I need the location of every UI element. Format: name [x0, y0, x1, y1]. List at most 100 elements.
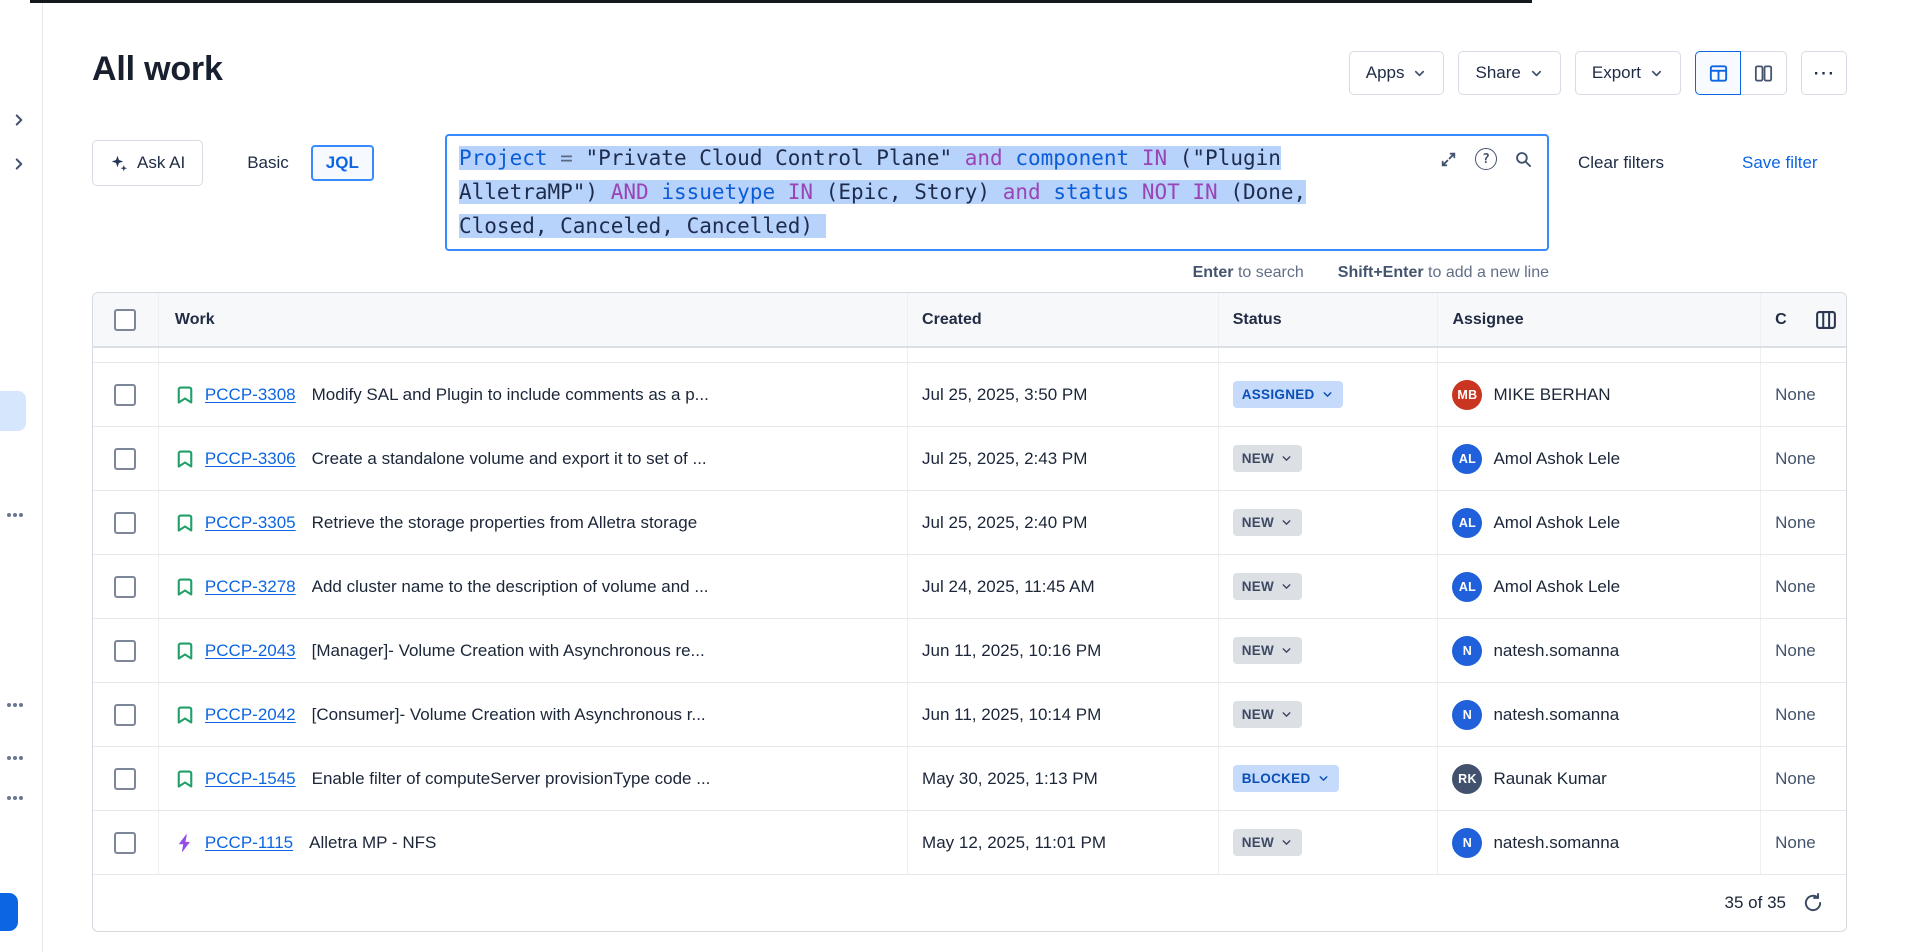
search-hints: Enter to searchShift+Enter to add a new … — [445, 264, 1549, 282]
issue-key-link[interactable]: PCCP-1545 — [205, 769, 296, 789]
row-checkbox[interactable] — [114, 832, 136, 854]
story-icon — [175, 769, 195, 789]
view-switcher — [1695, 51, 1787, 95]
header-actions: Apps Share Export ⋯ — [1349, 51, 1847, 95]
window-top-edge — [30, 0, 1532, 3]
columns-settings-icon — [1814, 308, 1838, 332]
apps-button[interactable]: Apps — [1349, 51, 1445, 95]
chevron-down-icon — [1321, 388, 1334, 401]
ask-ai-button[interactable]: Ask AI — [92, 140, 203, 186]
avatar: N — [1452, 636, 1482, 666]
column-header-work[interactable]: Work — [175, 311, 215, 329]
chevron-down-icon — [1280, 516, 1293, 529]
issue-summary: Modify SAL and Plugin to include comment… — [312, 385, 709, 405]
chevron-right-icon[interactable] — [10, 155, 28, 173]
row-checkbox[interactable] — [114, 640, 136, 662]
column-header-assignee[interactable]: Assignee — [1452, 311, 1523, 329]
enter-key-hint: Enter — [1193, 264, 1234, 281]
row-checkbox[interactable] — [114, 512, 136, 534]
row-checkbox[interactable] — [114, 384, 136, 406]
created-value: May 30, 2025, 1:13 PM — [922, 769, 1098, 789]
issue-key-link[interactable]: PCCP-3308 — [205, 385, 296, 405]
avatar: N — [1452, 828, 1482, 858]
column-header-comments[interactable]: C — [1775, 311, 1787, 329]
issue-key-link[interactable]: PCCP-3278 — [205, 577, 296, 597]
grid-view-button[interactable] — [1695, 51, 1741, 95]
expand-button[interactable] — [1439, 150, 1458, 169]
ellipsis-icon — [7, 756, 11, 760]
issue-type-icon — [175, 641, 195, 661]
jql-query[interactable]: Project = "Private Cloud Control Plane" … — [459, 141, 1427, 243]
clear-filters-button[interactable]: Clear filters — [1578, 140, 1664, 186]
story-icon — [175, 641, 195, 661]
refresh-button[interactable] — [1802, 892, 1824, 914]
status-badge[interactable]: NEW — [1233, 445, 1302, 472]
export-button[interactable]: Export — [1575, 51, 1681, 95]
assignee-name: natesh.somanna — [1493, 641, 1619, 661]
ellipsis-icon — [7, 796, 11, 800]
row-checkbox[interactable] — [114, 768, 136, 790]
refresh-icon — [1802, 892, 1824, 914]
issue-type-icon — [175, 385, 195, 405]
issue-summary: Enable filter of computeServer provision… — [312, 769, 711, 789]
jql-mode-button[interactable]: JQL — [311, 145, 374, 181]
row-checkbox[interactable] — [114, 448, 136, 470]
detail-view-button[interactable] — [1741, 51, 1787, 95]
filter-mode-group: Ask AI Basic JQL — [92, 140, 374, 186]
assignee-name: MIKE BERHAN — [1493, 385, 1610, 405]
issue-summary: Retrieve the storage properties from All… — [312, 513, 698, 533]
jql-editor-actions: ? — [1439, 148, 1533, 170]
partial-row — [93, 348, 1846, 363]
status-badge[interactable]: NEW — [1233, 637, 1302, 664]
created-value: Jun 11, 2025, 10:14 PM — [922, 705, 1101, 725]
jql-editor[interactable]: Project = "Private Cloud Control Plane" … — [445, 134, 1549, 251]
column-header-status[interactable]: Status — [1233, 311, 1282, 329]
sidebar-bottom-button[interactable] — [0, 893, 18, 931]
issue-summary: [Consumer]- Volume Creation with Asynchr… — [312, 705, 706, 725]
chevron-down-icon — [1280, 452, 1293, 465]
status-badge[interactable]: NEW — [1233, 701, 1302, 728]
last-col-value: None — [1775, 513, 1816, 533]
more-options-button[interactable]: ⋯ — [1801, 51, 1847, 95]
created-value: Jul 25, 2025, 2:40 PM — [922, 513, 1087, 533]
table-footer: 35 of 35 — [93, 875, 1846, 931]
save-filter-button[interactable]: Save filter — [1742, 140, 1818, 186]
last-col-value: None — [1775, 769, 1816, 789]
chevron-down-icon — [1280, 644, 1293, 657]
column-header-created[interactable]: Created — [922, 311, 982, 329]
status-badge[interactable]: ASSIGNED — [1233, 381, 1343, 408]
select-all-checkbox[interactable] — [114, 309, 136, 331]
status-badge[interactable]: NEW — [1233, 573, 1302, 600]
avatar: AL — [1452, 508, 1482, 538]
status-badge[interactable]: BLOCKED — [1233, 765, 1339, 792]
status-badge[interactable]: NEW — [1233, 829, 1302, 856]
enter-hint-text: to search — [1234, 264, 1304, 281]
basic-mode-button[interactable]: Basic — [237, 140, 299, 186]
issue-key-link[interactable]: PCCP-3306 — [205, 449, 296, 469]
issue-key-link[interactable]: PCCP-2042 — [205, 705, 296, 725]
share-button[interactable]: Share — [1458, 51, 1560, 95]
row-checkbox[interactable] — [114, 704, 136, 726]
issue-key-link[interactable]: PCCP-3305 — [205, 513, 296, 533]
avatar: AL — [1452, 444, 1482, 474]
sidebar-selected-item[interactable] — [0, 391, 26, 431]
status-badge[interactable]: NEW — [1233, 509, 1302, 536]
chevron-right-icon[interactable] — [10, 111, 28, 129]
chevron-down-icon — [1280, 708, 1293, 721]
help-button[interactable]: ? — [1475, 148, 1497, 170]
columns-settings-button[interactable] — [1814, 308, 1838, 332]
issue-summary: Create a standalone volume and export it… — [312, 449, 707, 469]
issue-key-link[interactable]: PCCP-1115 — [205, 833, 293, 853]
issue-key-link[interactable]: PCCP-2043 — [205, 641, 296, 661]
table-row: PCCP-3306 Create a standalone volume and… — [93, 427, 1846, 491]
story-icon — [175, 385, 195, 405]
search-button[interactable] — [1514, 150, 1533, 169]
issue-type-icon — [175, 513, 195, 533]
issue-type-icon — [175, 449, 195, 469]
row-checkbox[interactable] — [114, 576, 136, 598]
chevron-down-icon — [1649, 66, 1664, 81]
ellipsis-icon — [7, 703, 11, 707]
avatar: MB — [1452, 380, 1482, 410]
shift-enter-hint-text: to add a new line — [1424, 264, 1549, 281]
story-icon — [175, 577, 195, 597]
